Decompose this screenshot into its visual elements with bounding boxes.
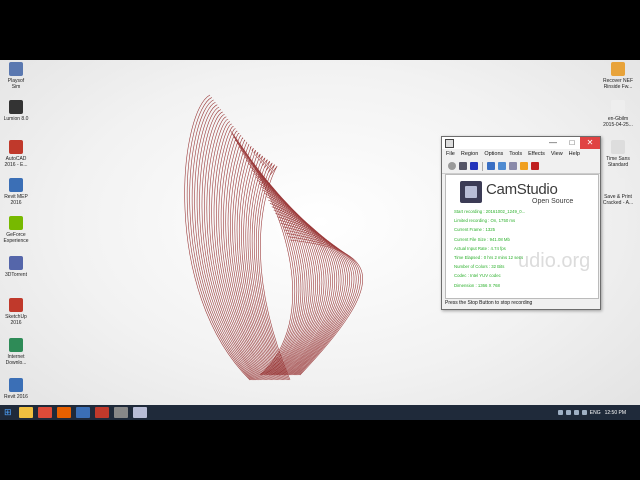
chrome-icon[interactable] xyxy=(38,407,52,418)
info-line: Time Elapsed : 0 hrs 2 mins 12 secs xyxy=(454,255,524,261)
file-icon xyxy=(611,100,625,114)
close-button[interactable]: ✕ xyxy=(580,137,600,149)
desktop-icon[interactable]: AutoCAD 2016 - E... xyxy=(0,140,38,168)
desktop-icon-label: Recover NEF Rinside Fw... xyxy=(602,78,633,90)
folder-icon xyxy=(611,62,625,76)
desktop-icon-label: SketchUp 2016 xyxy=(5,314,27,326)
desktop-icon[interactable]: Lumion 8.0 xyxy=(0,100,38,122)
desktop-icon[interactable]: Internet Downlo... xyxy=(0,338,38,366)
menu-region[interactable]: Region xyxy=(461,149,478,159)
desktop-icon-label: Lumion 8.0 xyxy=(3,116,29,122)
camstudio-icon[interactable] xyxy=(133,407,147,418)
desktop-icon[interactable]: GeForce Experience xyxy=(0,216,38,244)
desktop-icon[interactable]: Recover NEF Rinside Fw... xyxy=(596,62,640,90)
info-line: Codec : Intel YUV codec xyxy=(454,273,501,279)
watermark-text: udio.org xyxy=(518,250,591,272)
preview-panel: CamStudio Open Source udio.org Start rec… xyxy=(445,174,599,299)
autopan-icon[interactable] xyxy=(487,162,495,170)
menu-options[interactable]: Options xyxy=(484,149,503,159)
region-icon[interactable] xyxy=(531,162,539,170)
status-bar: Press the Stop Button to stop recording xyxy=(445,300,533,306)
desktop-icon[interactable]: 3DTorrent xyxy=(0,256,38,278)
desktop-icon-label: 3DTorrent xyxy=(5,272,27,278)
desktop-icon-label: en-Gbilm 2015-04-25... xyxy=(603,116,633,128)
system-tray: ENG 12:50 PM xyxy=(557,405,640,420)
menu-file[interactable]: File xyxy=(446,149,455,159)
desktop-icon[interactable]: en-Gbilm 2015-04-25... xyxy=(596,100,640,128)
wallpaper-swirl xyxy=(184,94,363,381)
maximize-button[interactable]: □ xyxy=(565,137,579,149)
minimize-button[interactable]: — xyxy=(546,137,560,149)
info-line: Limited recording : On, 1750 ms xyxy=(454,218,516,224)
camstudio-window[interactable]: — □ ✕ File Region Options Tools Effects … xyxy=(441,136,601,310)
desktop-icon-label: Revit MEP 2016 xyxy=(4,194,28,206)
record-icon[interactable] xyxy=(448,162,456,170)
desktop-icon-label: Save & Print Cracked - A... xyxy=(602,194,634,206)
desktop-icon-label: Time Sans Standard xyxy=(606,156,630,168)
stop-icon[interactable] xyxy=(470,162,478,170)
idm-icon xyxy=(9,338,23,352)
desktop-icon[interactable]: Revit MEP 2016 xyxy=(0,178,38,206)
desktop-icon-label: Internet Downlo... xyxy=(5,354,27,366)
revit-icon xyxy=(9,378,23,392)
volume-icon[interactable] xyxy=(581,410,587,415)
lumion-icon[interactable] xyxy=(114,407,128,418)
menu-effects[interactable]: Effects xyxy=(528,149,545,159)
toolbar xyxy=(442,159,600,174)
brand-name: CamStudio xyxy=(486,181,558,198)
autocad-icon[interactable] xyxy=(95,407,109,418)
clock[interactable]: 12:50 PM xyxy=(605,410,626,416)
autocad-icon xyxy=(9,140,23,154)
explorer-icon[interactable] xyxy=(19,407,33,418)
camstudio-app-icon xyxy=(445,139,454,148)
annotation-icon[interactable] xyxy=(509,162,517,170)
tray-icon[interactable] xyxy=(557,410,563,415)
start-icon[interactable]: ⊞ xyxy=(4,407,14,418)
revit-icon xyxy=(9,178,23,192)
network-icon[interactable] xyxy=(573,410,579,415)
lumion-icon xyxy=(9,100,23,114)
camstudio-logo-icon xyxy=(460,181,482,203)
menu-bar: File Region Options Tools Effects View H… xyxy=(442,149,600,159)
desktop-icon-label: GeForce Experience xyxy=(3,232,29,244)
menu-view[interactable]: View xyxy=(551,149,563,159)
desktop-icon[interactable]: Revit 2016 xyxy=(0,378,38,400)
geforce-icon xyxy=(9,216,23,230)
tray-icon[interactable] xyxy=(565,410,571,415)
info-line: Actual Input Rate : 4.74 fps xyxy=(454,245,506,251)
desktop-icon[interactable]: Save & Print Cracked - A... xyxy=(596,178,640,206)
menu-help[interactable]: Help xyxy=(569,149,580,159)
title-bar[interactable]: — □ ✕ xyxy=(442,137,600,149)
menu-tools[interactable]: Tools xyxy=(509,149,522,159)
firefox-icon[interactable] xyxy=(57,407,71,418)
audio-icon[interactable] xyxy=(498,162,506,170)
recording-info: Start recording : 20161002_1249_0... Lim… xyxy=(454,207,525,290)
info-line: Dimension : 1366 X 768 xyxy=(454,282,500,288)
toolbar-separator xyxy=(482,161,483,171)
info-line: Current File Size : 941.08 Mb xyxy=(454,236,510,242)
info-line: Current Frame : 1325 xyxy=(454,227,496,233)
desktop-icon[interactable]: Time Sans Standard xyxy=(596,140,640,168)
info-line: Number of Colors : 32 Bits xyxy=(454,264,505,270)
file-icon xyxy=(611,178,625,192)
font-file-icon xyxy=(611,140,625,154)
info-line: Start recording : 20161002_1249_0... xyxy=(454,209,526,214)
taskbar: ⊞ ENG 12:50 PM xyxy=(0,405,640,420)
brand-subtitle: Open Source xyxy=(532,198,574,205)
desktop-icon[interactable]: Playsof Sim xyxy=(0,62,38,90)
language-indicator[interactable]: ENG xyxy=(590,410,601,416)
desktop-icon-label: Revit 2016 xyxy=(4,394,28,400)
sketchup-icon xyxy=(9,298,23,312)
pause-icon[interactable] xyxy=(459,162,467,170)
desktop-icon-label: AutoCAD 2016 - E... xyxy=(4,156,28,168)
revit-icon[interactable] xyxy=(76,407,90,418)
options-icon[interactable] xyxy=(520,162,528,170)
torrent-icon xyxy=(9,256,23,270)
desktop-icon-label: Playsof Sim xyxy=(7,78,25,90)
app-icon xyxy=(9,62,23,76)
desktop: Playsof Sim Lumion 8.0 AutoCAD 2016 - E...… xyxy=(0,60,640,420)
desktop-icon[interactable]: SketchUp 2016 xyxy=(0,298,38,326)
